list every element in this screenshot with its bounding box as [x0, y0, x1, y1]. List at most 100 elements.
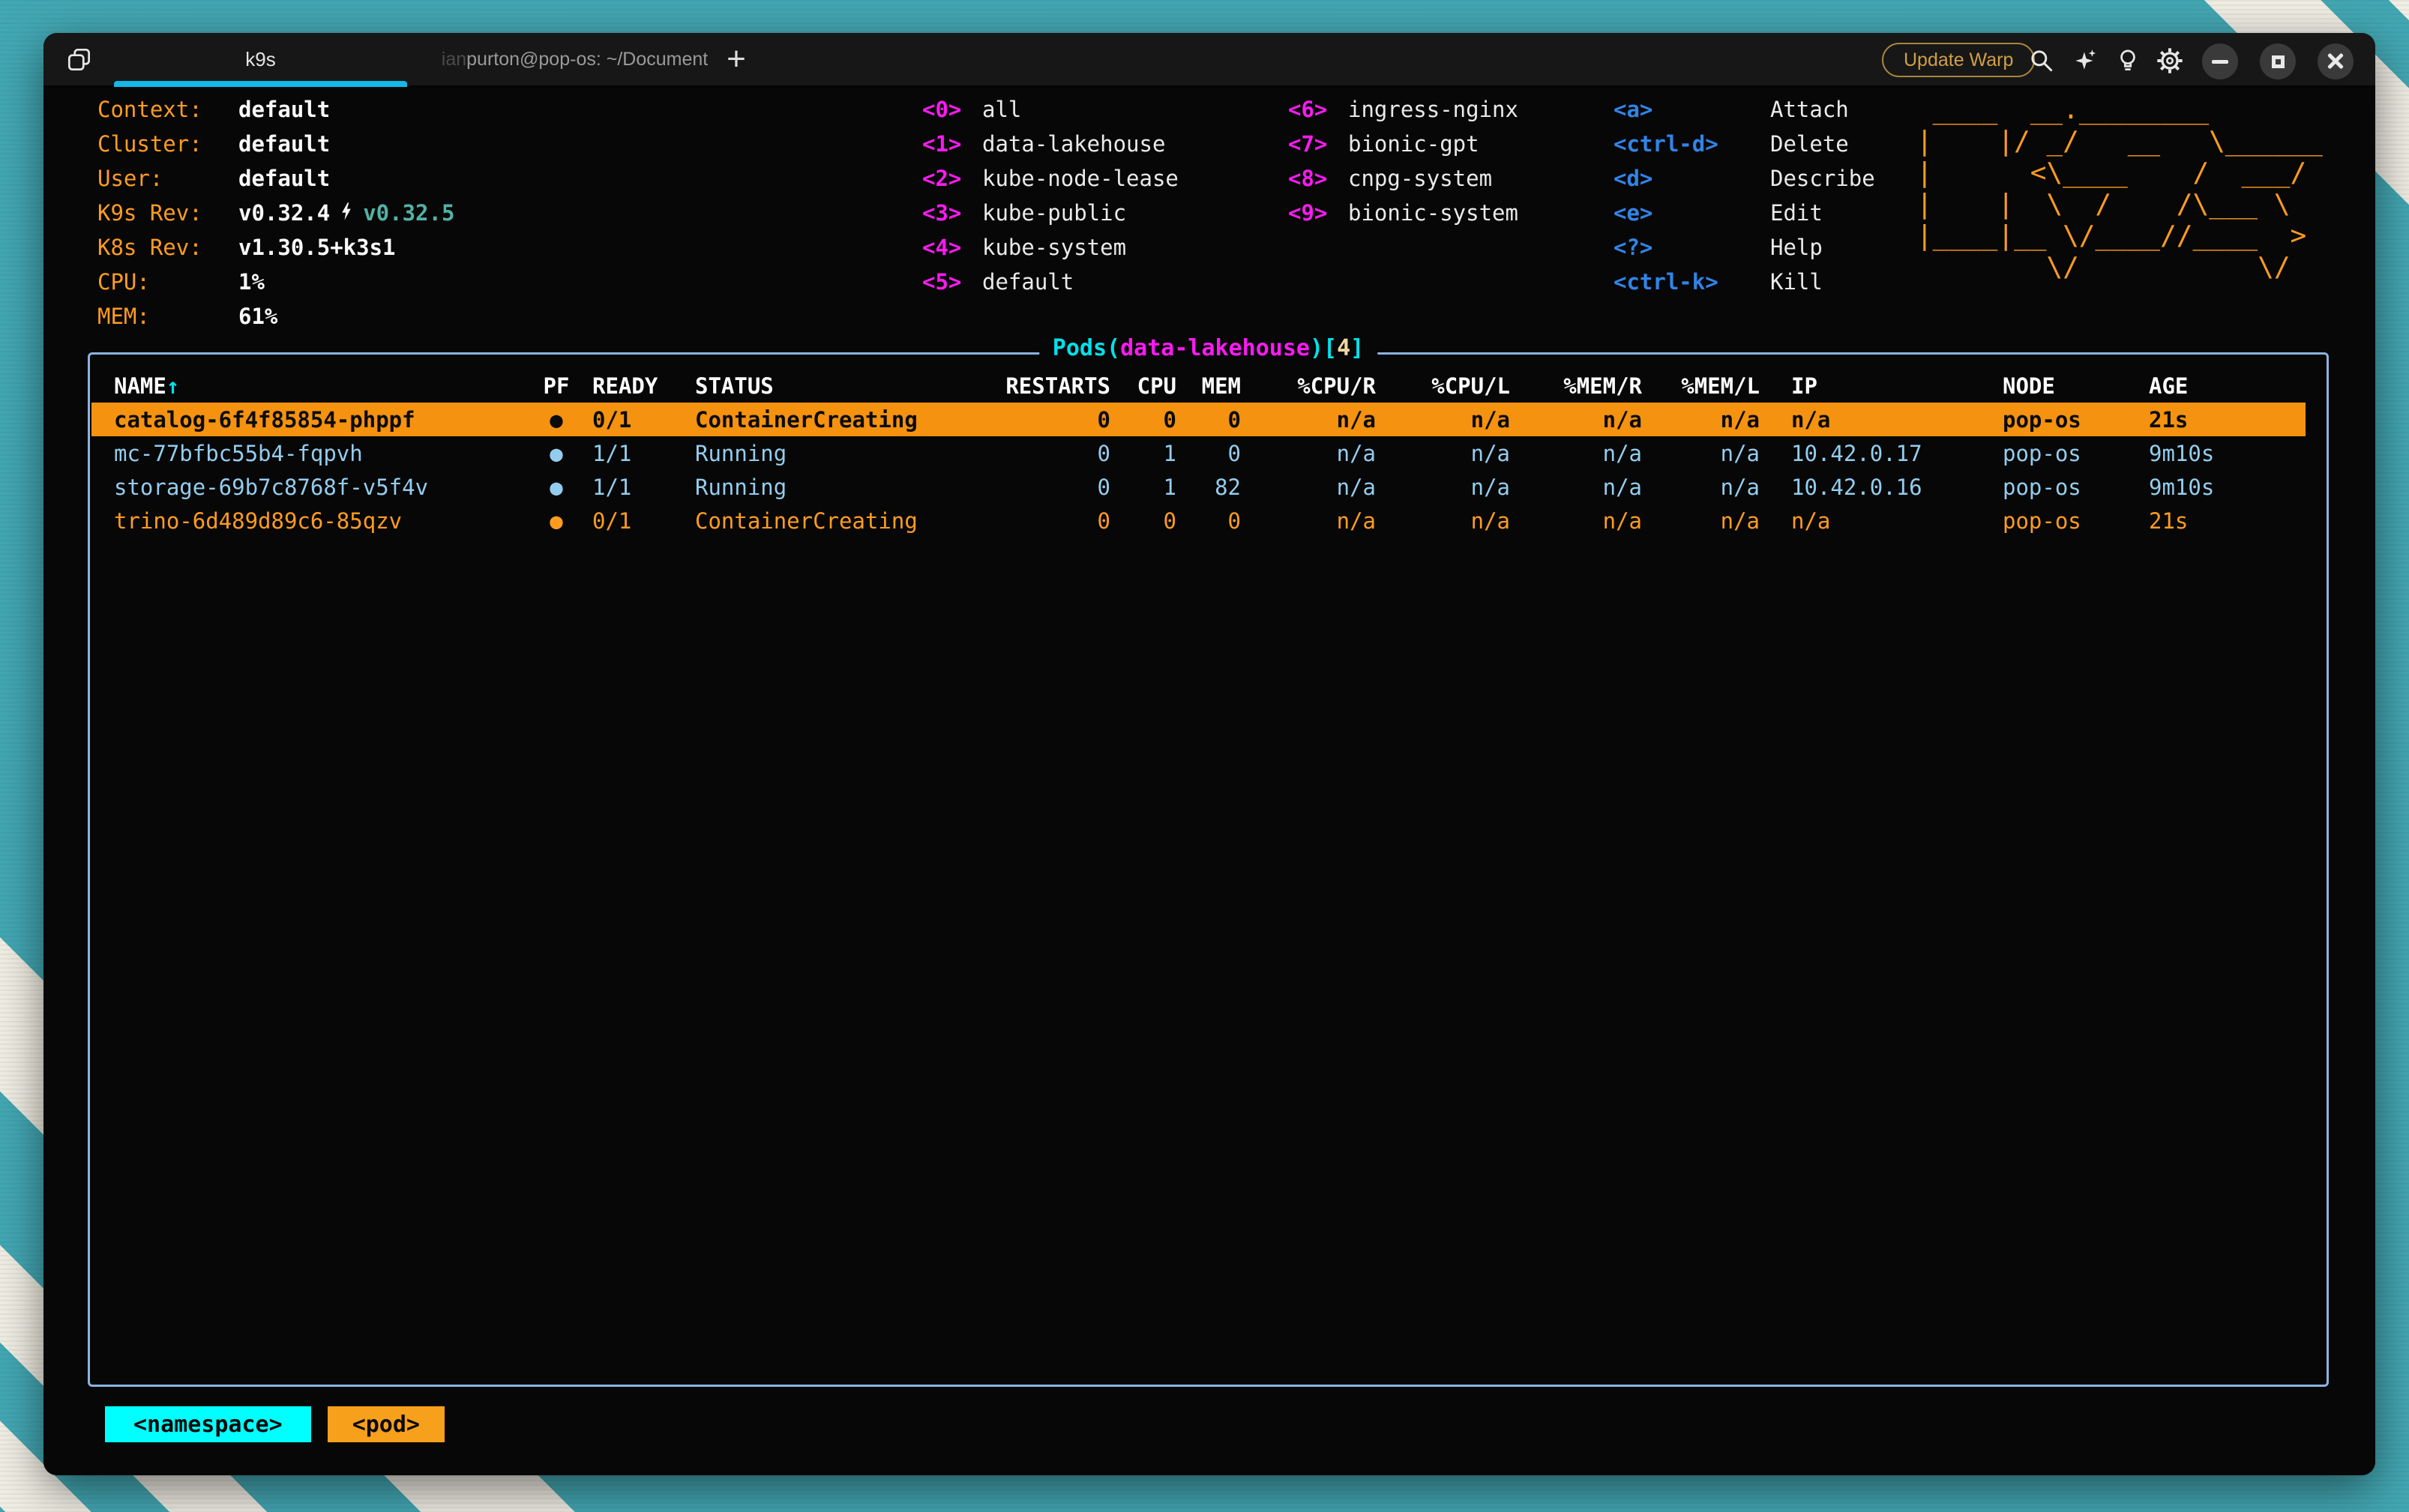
hotkey-key: <2> [922, 161, 982, 196]
pod-cell-mem_l: n/a [1642, 441, 1760, 466]
hotkey-key: <9> [1288, 196, 1348, 230]
crumb-namespace[interactable]: <namespace> [105, 1406, 311, 1442]
cluster-info-label: User: [97, 161, 238, 196]
cluster-info-row: CPU:1% [97, 265, 454, 299]
maximize-button[interactable] [2260, 43, 2296, 79]
cluster-info-label: K8s Rev: [97, 230, 238, 265]
minimize-button[interactable] [2202, 43, 2238, 79]
namespace-hotkeys-column-1: <0>all<1>data-lakehouse<2>kube-node-leas… [922, 92, 1179, 299]
desktop-wallpaper: k9s ianpurton@pop-os: ~/Document + Updat… [0, 0, 2409, 1512]
tab-k9s[interactable]: k9s [114, 33, 407, 85]
namespace-hotkey-kube-system: <4>kube-system [922, 230, 1179, 265]
pod-cell-restarts: 0 [976, 475, 1110, 500]
pod-cell-mem_r: n/a [1510, 508, 1642, 534]
close-button[interactable] [2318, 43, 2354, 79]
column-header-restarts: RESTARTS [976, 373, 1110, 399]
column-header-node: NODE [2003, 373, 2149, 399]
hotkey-label: Kill [1770, 269, 1823, 295]
pod-cell-ip: 10.42.0.16 [1760, 475, 2003, 500]
pod-cell-ready: 1/1 [579, 475, 665, 500]
pods-table-panel: Pods(data-lakehouse)[4] NAME↑PFREADYSTAT… [88, 352, 2329, 1387]
settings-gear-icon[interactable] [2155, 46, 2185, 76]
tab-shell[interactable]: ianpurton@pop-os: ~/Document [407, 33, 742, 85]
crumb-pod[interactable]: <pod> [328, 1406, 445, 1442]
pod-cell-mem_r: n/a [1510, 407, 1642, 433]
new-tab-button[interactable]: + [718, 33, 754, 85]
hotkey-key: <e> [1613, 196, 1770, 230]
column-header--cpu-r: %CPU/R [1241, 373, 1376, 399]
pod-cell-name: storage-69b7c8768f-v5f4v [114, 475, 534, 500]
cluster-info-value: v0.32.4 [238, 200, 330, 226]
action-hotkey-Kill: <ctrl-k>Kill [1613, 265, 1875, 299]
pod-cell-ready: 0/1 [579, 508, 665, 534]
pod-cell-cpu_r: n/a [1241, 441, 1376, 466]
cluster-info-label: CPU: [97, 265, 238, 299]
cluster-info-row: User:default [97, 161, 454, 196]
hotkey-key: <ctrl-d> [1613, 127, 1770, 161]
hotkey-key: <5> [922, 265, 982, 299]
lightbulb-icon[interactable] [2113, 46, 2143, 76]
pod-cell-name: catalog-6f4f85854-phppf [114, 407, 534, 433]
hotkey-label: kube-node-lease [982, 166, 1179, 191]
column-header-mem: MEM [1176, 373, 1241, 399]
sort-arrow-icon: ↑ [166, 373, 179, 399]
cluster-info-value: 1% [238, 269, 265, 295]
title-resource: Pods( [1053, 335, 1120, 361]
k9s-terminal: Context:defaultCluster:defaultUser:defau… [43, 87, 2375, 1475]
namespace-hotkey-ingress-nginx: <6>ingress-nginx [1288, 92, 1518, 127]
hotkey-label: cnpg-system [1348, 166, 1492, 191]
pod-row-storage-69b7c8768f-v5f4v[interactable]: storage-69b7c8768f-v5f4v●1/1Running0182n… [91, 470, 2306, 504]
pods-header-row: NAME↑PFREADYSTATUSRESTARTSCPUMEM%CPU/R%C… [91, 370, 2306, 403]
hotkey-key: <8> [1288, 161, 1348, 196]
pod-cell-ready: 0/1 [579, 407, 665, 433]
hotkey-label: kube-public [982, 200, 1126, 226]
hotkey-label: Edit [1770, 200, 1823, 226]
namespace-hotkey-cnpg-system: <8>cnpg-system [1288, 161, 1518, 196]
cluster-info-row: K9s Rev:v0.32.4v0.32.5 [97, 196, 454, 230]
pod-cell-status: ContainerCreating [665, 407, 976, 433]
cluster-info-label: Cluster: [97, 127, 238, 161]
tab-switcher-icon[interactable] [64, 45, 94, 75]
warp-terminal-window: k9s ianpurton@pop-os: ~/Document + Updat… [43, 33, 2375, 1475]
pod-cell-mem_r: n/a [1510, 441, 1642, 466]
breadcrumbs: <namespace> <pod> [105, 1406, 445, 1442]
pod-cell-mem_l: n/a [1642, 508, 1760, 534]
action-hotkey-Describe: <d>Describe [1613, 161, 1875, 196]
hotkey-label: Help [1770, 235, 1823, 260]
hotkey-label: bionic-system [1348, 200, 1518, 226]
pod-row-trino-6d489d89c6-85qzv[interactable]: trino-6d489d89c6-85qzv●0/1ContainerCreat… [91, 504, 2306, 537]
action-hotkey-Edit: <e>Edit [1613, 196, 1875, 230]
pod-row-mc-77bfbc55b4-fqpvh[interactable]: mc-77bfbc55b4-fqpvh●1/1Running010n/an/an… [91, 436, 2306, 470]
pod-cell-node: pop-os [2003, 508, 2149, 534]
search-icon[interactable] [2027, 46, 2057, 76]
pod-cell-mem_r: n/a [1510, 475, 1642, 500]
column-header-pf: PF [534, 373, 579, 399]
column-header--mem-l: %MEM/L [1642, 373, 1760, 399]
hotkey-key: <1> [922, 127, 982, 161]
cluster-info-label: MEM: [97, 299, 238, 334]
namespace-hotkey-kube-public: <3>kube-public [922, 196, 1179, 230]
pod-cell-cpu_r: n/a [1241, 508, 1376, 534]
hotkey-key: <6> [1288, 92, 1348, 127]
pod-cell-restarts: 0 [976, 441, 1110, 466]
pod-cell-status: Running [665, 441, 976, 466]
pod-row-catalog-6f4f85854-phppf[interactable]: catalog-6f4f85854-phppf●0/1ContainerCrea… [91, 403, 2306, 436]
column-header-ready: READY [579, 373, 665, 399]
pod-cell-mem: 0 [1176, 441, 1241, 466]
pod-cell-restarts: 0 [976, 407, 1110, 433]
cluster-info-row: K8s Rev:v1.30.5+k3s1 [97, 230, 454, 265]
pod-cell-ip: 10.42.0.17 [1760, 441, 2003, 466]
pod-cell-ip: n/a [1760, 407, 2003, 433]
cluster-info-value: v1.30.5+k3s1 [238, 235, 396, 260]
update-warp-button[interactable]: Update Warp [1882, 43, 2035, 77]
cluster-info-row: Cluster:default [97, 127, 454, 161]
active-tab-underline [114, 81, 407, 87]
pod-cell-node: pop-os [2003, 407, 2149, 433]
ai-sparkles-icon[interactable] [2071, 46, 2101, 76]
pod-cell-status: Running [665, 475, 976, 500]
cluster-info-row: Context:default [97, 92, 454, 127]
pod-cell-cpu_l: n/a [1376, 508, 1510, 534]
titlebar: k9s ianpurton@pop-os: ~/Document + Updat… [43, 33, 2375, 87]
pod-cell-age: 9m10s [2149, 475, 2306, 500]
column-header-cpu: CPU [1110, 373, 1176, 399]
